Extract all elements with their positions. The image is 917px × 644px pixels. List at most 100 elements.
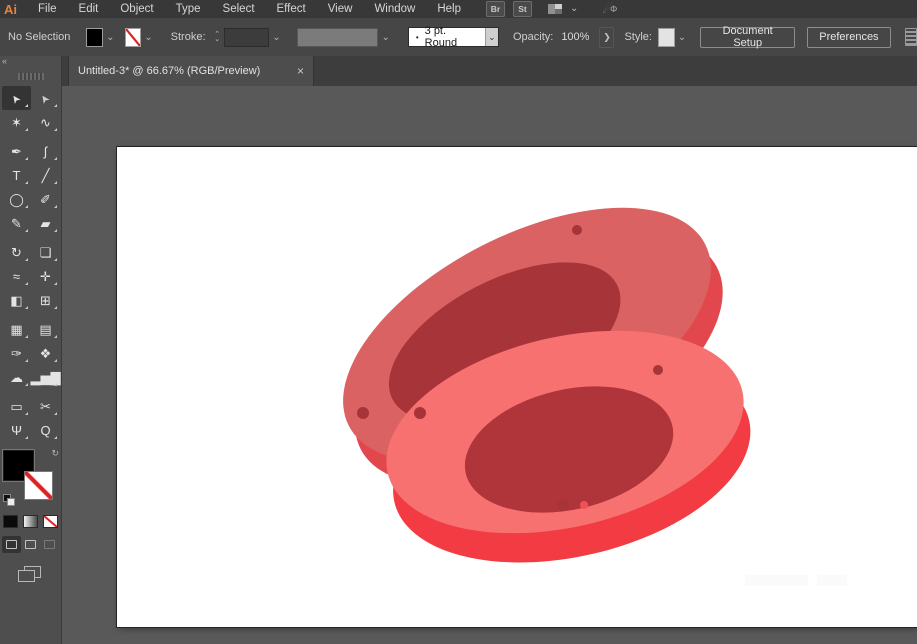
direct-selection-tool[interactable]: ➤ — [31, 86, 60, 110]
menu-type[interactable]: Type — [165, 3, 212, 15]
document-setup-button[interactable]: Document Setup — [700, 27, 795, 48]
symbol-sprayer-tool[interactable]: ☁ — [2, 365, 31, 389]
selection-status: No Selection — [8, 31, 70, 43]
menu-edit[interactable]: Edit — [68, 3, 110, 15]
stroke-indicator-swatch[interactable] — [24, 471, 53, 500]
stroke-chevron-icon[interactable]: ⌄ — [144, 32, 152, 43]
front-cell-dot-right — [653, 365, 663, 375]
back-cell-dot — [572, 225, 582, 235]
line-segment-tool[interactable]: ╱ — [31, 163, 60, 187]
stroke-width-chevron-icon[interactable]: ⌄ — [272, 32, 280, 43]
menu-select[interactable]: Select — [212, 3, 266, 15]
rotate-tool[interactable]: ↻ — [2, 240, 31, 264]
blend-tool-icon: ❖ — [40, 347, 52, 360]
color-button[interactable] — [3, 515, 18, 528]
arrange-documents-icon[interactable] — [548, 4, 562, 14]
lasso-tool-icon: ∿ — [40, 116, 51, 129]
pencil-tool[interactable]: ✎ — [2, 211, 31, 235]
stock-button[interactable]: St — [513, 1, 532, 17]
document-tab[interactable]: Untitled-3* @ 66.67% (RGB/Preview) × — [68, 56, 314, 86]
blend-tool[interactable]: ❖ — [31, 341, 60, 365]
magic-wand-tool-icon: ✶ — [11, 116, 22, 129]
default-fill-stroke-icon[interactable] — [3, 494, 14, 505]
lasso-tool[interactable]: ∿ — [31, 110, 60, 134]
menu-file[interactable]: File — [27, 3, 68, 15]
artboard-tool[interactable]: ▭ — [2, 394, 31, 418]
perspective-grid-tool[interactable]: ⊞ — [31, 288, 60, 312]
column-graph-tool[interactable]: ▂▅▇ — [31, 365, 60, 389]
selection-tool-icon: ➤ — [9, 91, 23, 105]
curvature-tool[interactable]: ʃ — [31, 139, 60, 163]
selection-tool[interactable]: ➤ — [2, 86, 31, 110]
menu-help[interactable]: Help — [426, 3, 472, 15]
gradient-tool-icon: ▤ — [39, 323, 51, 336]
opacity-value[interactable]: 100% — [561, 31, 589, 43]
width-tool-icon: ≈ — [13, 270, 20, 283]
eraser-tool[interactable]: ▰ — [31, 211, 60, 235]
style-chevron-icon[interactable]: ⌄ — [678, 32, 686, 43]
panel-grip[interactable] — [18, 73, 44, 80]
menu-window[interactable]: Window — [363, 3, 426, 15]
front-cell-dot-bottom — [557, 499, 569, 511]
profile-bullet-icon: • — [409, 33, 425, 42]
power-icon: Φ — [610, 4, 617, 14]
fill-color-swatch[interactable] — [86, 28, 103, 47]
shape-builder-tool[interactable]: ◧ — [2, 288, 31, 312]
column-graph-tool-icon: ▂▅▇ — [31, 371, 61, 384]
scale-tool[interactable]: ❏ — [31, 240, 60, 264]
eyedropper-tool[interactable]: ✑ — [2, 341, 31, 365]
menu-effect[interactable]: Effect — [266, 3, 317, 15]
gpu-performance-button[interactable]: ☄ Φ — [602, 2, 617, 16]
gradient-button[interactable] — [23, 515, 38, 528]
profile-chevron-icon: ⌄ — [485, 28, 498, 46]
perspective-grid-tool-icon: ⊞ — [40, 294, 51, 307]
zoom-tool[interactable]: Q — [31, 418, 60, 442]
artboard[interactable] — [117, 147, 917, 627]
fill-chevron-icon[interactable]: ⌄ — [106, 32, 114, 43]
brush-chevron-icon[interactable]: ⌄ — [381, 32, 389, 43]
variable-width-profile-dropdown[interactable]: • 3 pt. Round ⌄ — [408, 27, 499, 47]
menubar-extras: Br St ⌄ ☄ Φ — [486, 1, 617, 17]
stroke-width-dropdown[interactable] — [224, 28, 269, 47]
menu-view[interactable]: View — [317, 3, 364, 15]
workspace-chevron-icon[interactable]: ⌄ — [570, 4, 578, 14]
mesh-tool[interactable]: ▦ — [2, 317, 31, 341]
hand-tool[interactable]: Ψ — [2, 418, 31, 442]
draw-behind-button[interactable] — [21, 536, 40, 553]
line-segment-tool-icon: ╱ — [42, 169, 50, 182]
menu-object[interactable]: Object — [109, 3, 164, 15]
ellipse-tool[interactable]: ◯ — [2, 187, 31, 211]
eyedropper-tool-icon: ✑ — [11, 347, 22, 360]
document-tab-bar: Untitled-3* @ 66.67% (RGB/Preview) × — [62, 56, 917, 87]
direct-selection-tool-icon: ➤ — [38, 91, 52, 105]
docked-panel-icon[interactable] — [905, 28, 917, 46]
bridge-button[interactable]: Br — [486, 1, 505, 17]
pen-tool[interactable]: ✒ — [2, 139, 31, 163]
width-tool[interactable]: ≈ — [2, 264, 31, 288]
slice-tool-icon: ✂ — [40, 400, 51, 413]
stroke-color-swatch[interactable] — [125, 28, 142, 47]
collapse-panel-button[interactable]: « — [2, 56, 7, 66]
screen-mode-button[interactable] — [18, 566, 40, 582]
opacity-more-button[interactable]: ❯ — [599, 27, 614, 48]
style-swatch[interactable] — [658, 28, 675, 47]
type-tool[interactable]: T — [2, 163, 31, 187]
slice-tool[interactable]: ✂ — [31, 394, 60, 418]
pen-tool-icon: ✒ — [11, 145, 22, 158]
symbol-sprayer-tool-icon: ☁ — [10, 371, 23, 384]
draw-normal-button[interactable] — [2, 536, 21, 553]
preferences-button[interactable]: Preferences — [807, 27, 890, 48]
paintbrush-tool[interactable]: ✐ — [31, 187, 60, 211]
gradient-tool[interactable]: ▤ — [31, 317, 60, 341]
pasteboard[interactable] — [62, 86, 917, 644]
tool-grid: ➤ ➤ ✶ ∿ ✒ ʃT ╱ ◯✐✎▰↻❏ ≈ ✛◧ ⊞ ▦ ▤ ✑ ❖ ☁ ▂▅▇▭ ✂ ΨQ — [0, 86, 62, 442]
swap-fill-stroke-icon[interactable]: ↻ — [51, 448, 59, 459]
stroke-width-stepper[interactable]: ⌃⌄ — [212, 28, 223, 47]
draw-inside-button[interactable] — [40, 536, 59, 553]
free-transform-tool[interactable]: ✛ — [31, 264, 60, 288]
brush-dropdown[interactable] — [297, 28, 379, 47]
watermark-block-1 — [745, 575, 808, 586]
none-button[interactable] — [43, 515, 58, 528]
magic-wand-tool[interactable]: ✶ — [2, 110, 31, 134]
tab-close-icon[interactable]: × — [297, 64, 304, 78]
